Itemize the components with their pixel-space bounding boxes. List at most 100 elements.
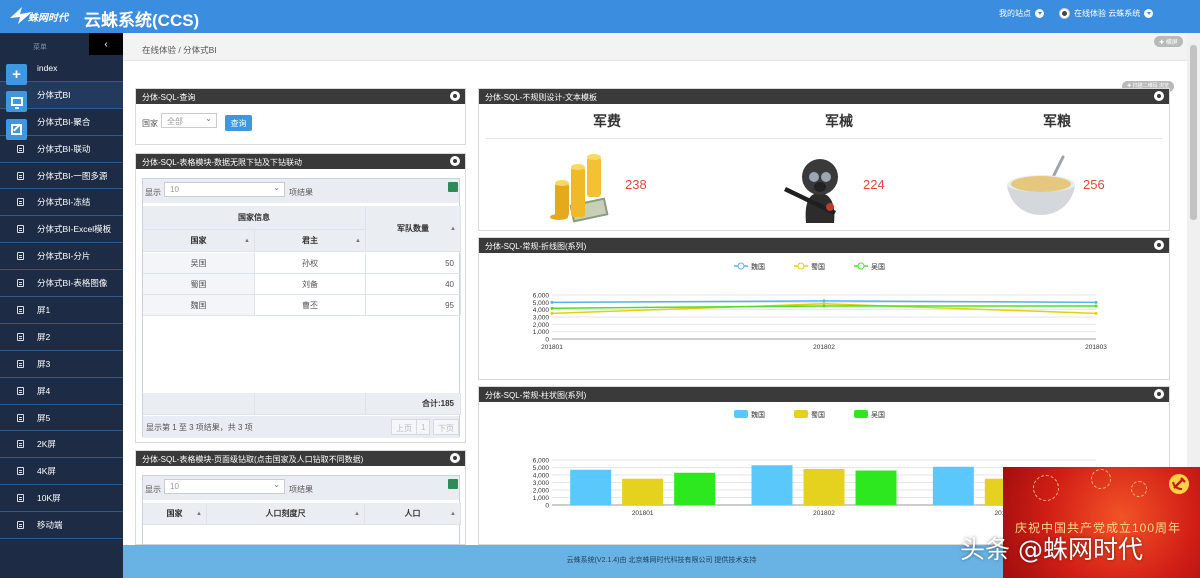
excel-export-icon[interactable] (448, 182, 458, 192)
metric-title-grain: 军粮 (1043, 113, 1071, 129)
legend-swatch (854, 410, 868, 418)
y-tick-label: 5,000 (533, 465, 550, 472)
sidebar-item-label: 屏5 (37, 412, 51, 423)
data-point (550, 306, 554, 310)
chevron-down-icon (1035, 9, 1044, 18)
table-row-army: 95 (366, 295, 461, 316)
top-bar: 蛛网时代 云蛛系统(CCS) 我的站点 在线体验 云蛛系统 (0, 0, 1200, 33)
y-tick-label: 1,000 (533, 329, 550, 336)
sidebar-item[interactable]: 屏2 (0, 324, 123, 351)
scrollbar-thumb[interactable] (1190, 45, 1197, 220)
monitor-icon[interactable] (6, 91, 27, 112)
landscape-button[interactable]: ✚ 横屏 (1154, 36, 1183, 47)
panel-title: 分体-SQL-表格模块-数据无限下钻及下钻联动 (136, 154, 465, 169)
sidebar-item-label: 4K屏 (37, 466, 56, 477)
breadcrumb-current: 分体式BI (183, 45, 217, 55)
sidebar-item[interactable]: 4K屏 (0, 458, 123, 486)
sidebar-item[interactable]: 屏4 (0, 378, 123, 405)
metric-value-grain: 256 (1083, 177, 1105, 192)
query-button[interactable]: 查询 (225, 115, 252, 131)
column-header-population[interactable]: 人口 ▲ (365, 503, 461, 525)
sort-icon: ▲ (196, 510, 202, 517)
sidebar-item-label: 屏4 (37, 385, 51, 396)
gear-icon[interactable] (450, 453, 460, 463)
sidebar-item-label: 分体式BI-分片 (37, 251, 91, 262)
app-title: 云蛛系统(CCS) (84, 11, 200, 30)
legend-marker (857, 262, 865, 270)
sidebar-collapse-button[interactable]: ‹ (89, 33, 123, 55)
bar (751, 465, 793, 505)
sidebar-item[interactable]: 分体式BI-Excel模板 (0, 216, 123, 244)
sort-icon: ▲ (355, 237, 361, 244)
gear-icon[interactable] (1154, 91, 1164, 101)
page-drill-table: 显示 10 项结果 国家▲ 人口刻度尺▲ 人口▲ (142, 475, 461, 545)
column-header-population-scale[interactable]: 人口刻度尺 ▲ (207, 503, 365, 525)
edit-icon[interactable] (6, 119, 27, 140)
page-number-button[interactable]: 1 (416, 419, 431, 435)
sidebar-item[interactable]: 分体式BI-冻结 (0, 189, 123, 217)
add-icon[interactable]: + (6, 64, 27, 85)
column-header-ruler[interactable]: 君主 ▲ (255, 230, 366, 252)
table-row-ruler: 孙权 (255, 253, 366, 274)
legend-label: 蜀国 (811, 411, 825, 419)
legend-marker (797, 262, 805, 270)
gear-icon[interactable] (1154, 389, 1164, 399)
column-header-army[interactable]: 军队数量 ▲ (366, 206, 461, 252)
sidebar-item[interactable]: 屏5 (0, 405, 123, 432)
y-tick-label: 1,000 (533, 495, 550, 502)
sidebar-item[interactable]: 移动端 (0, 512, 123, 540)
sidebar-item-label: 分体式BI (37, 89, 71, 100)
prev-page-button[interactable]: 上页 (391, 419, 417, 435)
country-select[interactable]: 全部 (161, 113, 217, 128)
gear-icon[interactable] (450, 91, 460, 101)
document-icon (17, 440, 24, 449)
column-header-country[interactable]: 国家 ▲ (143, 230, 255, 252)
page-size-select[interactable]: 10 (164, 182, 285, 197)
my-sites-menu[interactable]: 我的站点 (999, 8, 1044, 19)
sidebar-item[interactable]: 2K屏 (0, 431, 123, 459)
table-row-country[interactable]: 蜀国 (143, 274, 255, 295)
sidebar-item[interactable]: 分体式BI-一图多源 (0, 163, 123, 190)
bar (803, 469, 845, 505)
data-point (822, 299, 826, 303)
sidebar-item[interactable]: 分体式BI-表格图像 (0, 270, 123, 298)
excel-export-icon[interactable] (448, 479, 458, 489)
document-icon (17, 413, 24, 422)
divider (485, 138, 1163, 139)
breadcrumb-root[interactable]: 在线体验 (142, 45, 176, 55)
document-icon (17, 144, 24, 153)
sidebar-item[interactable]: 屏3 (0, 351, 123, 378)
legend-swatch (794, 410, 808, 418)
sidebar-item-label: index (37, 62, 58, 73)
gear-icon[interactable] (1154, 240, 1164, 250)
user-menu[interactable]: 在线体验 云蛛系统 (1059, 8, 1154, 19)
y-tick-label: 3,000 (533, 480, 550, 487)
page-size-select[interactable]: 10 (164, 479, 285, 494)
table-row-country[interactable]: 吴国 (143, 253, 255, 274)
document-icon (17, 279, 24, 288)
column-header-country[interactable]: 国家 ▲ (143, 503, 207, 525)
y-tick-label: 6,000 (533, 458, 550, 465)
y-tick-label: 0 (545, 503, 549, 510)
gear-icon[interactable] (450, 156, 460, 166)
table-info: 显示第 1 至 3 项结果，共 3 项 (146, 423, 253, 432)
sidebar-item[interactable]: 分体式BI-分片 (0, 243, 123, 271)
document-icon (17, 332, 24, 341)
table-row-country[interactable]: 魏国 (143, 295, 255, 316)
metric-value-fee: 238 (625, 177, 647, 192)
breadcrumb-separator: / (178, 45, 181, 55)
sidebar-item-label: 分体式BI-冻结 (37, 197, 91, 208)
sidebar-item[interactable]: 屏1 (0, 297, 123, 324)
firework-icon (1091, 469, 1111, 489)
document-icon (17, 386, 24, 395)
data-point (822, 304, 826, 308)
legend-label: 魏国 (751, 262, 765, 271)
sort-icon: ▲ (244, 237, 250, 244)
party-emblem-icon (1169, 474, 1189, 494)
sidebar-item[interactable]: 10K屏 (0, 485, 123, 513)
x-tick-label: 201802 (813, 510, 835, 517)
logo-text: 蛛网时代 (28, 12, 70, 24)
metric-value-arms: 224 (863, 177, 885, 192)
legend-swatch (734, 410, 748, 418)
next-page-button[interactable]: 下页 (433, 419, 459, 435)
